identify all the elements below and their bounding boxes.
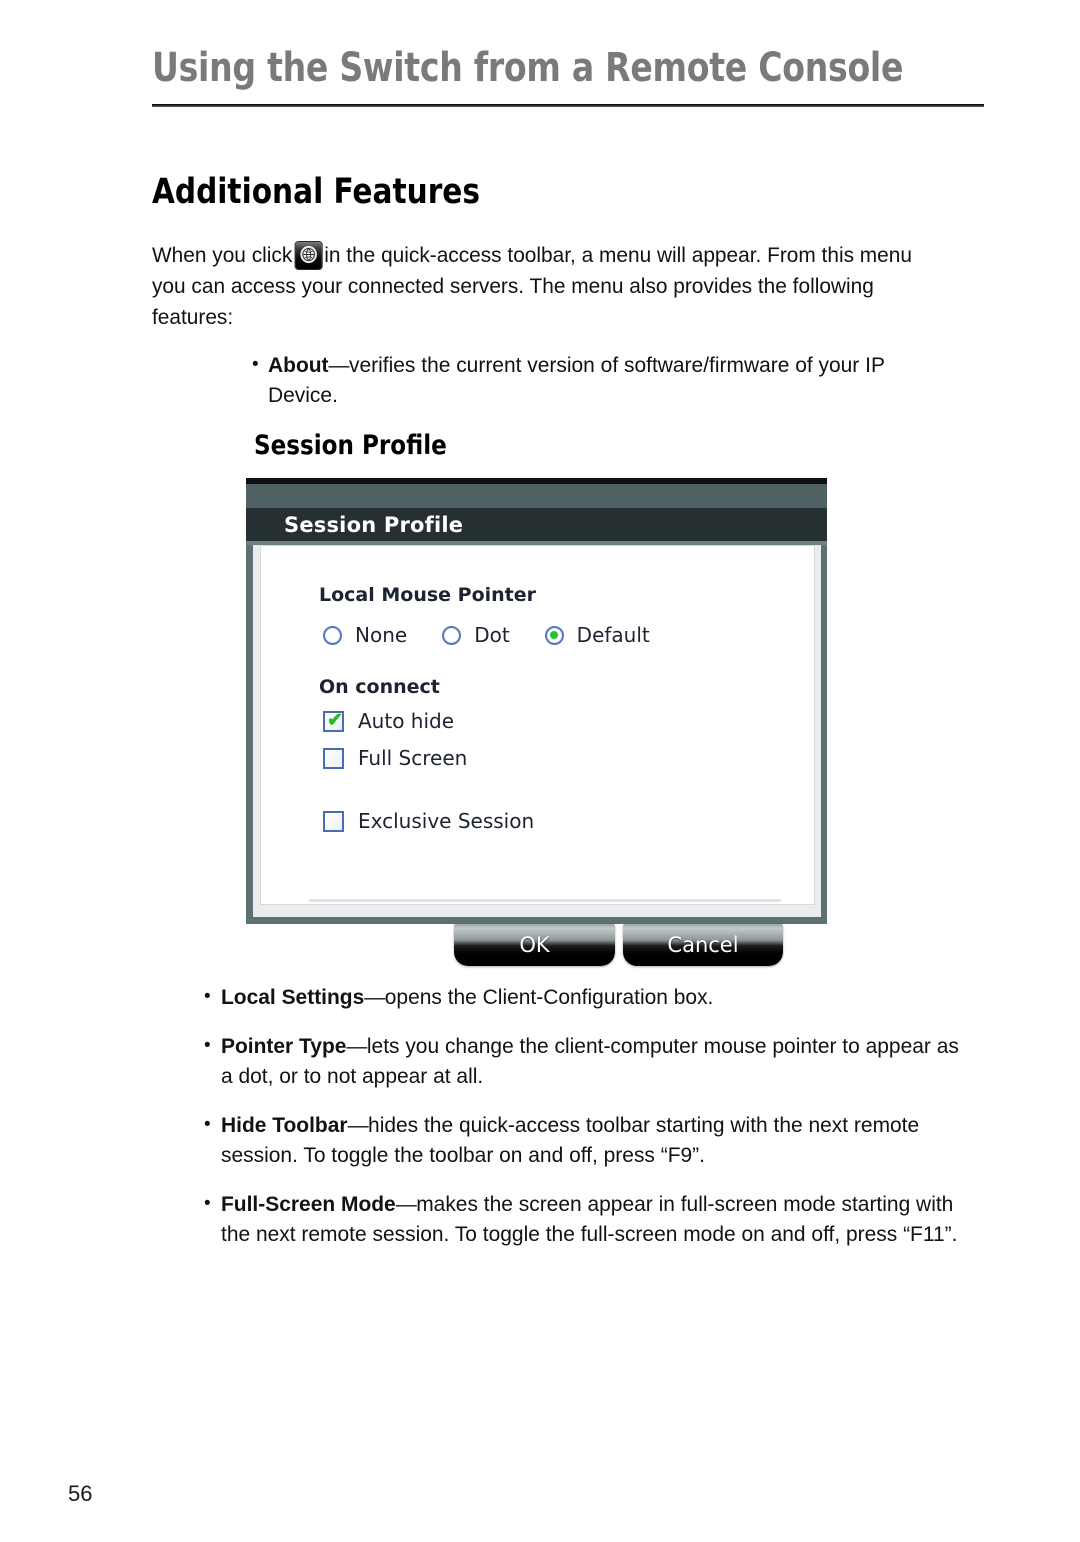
radio-label-default: Default: [576, 623, 650, 647]
dialog-titlebar: Session Profile: [246, 508, 827, 541]
session-profile-dialog: Session Profile Local Mouse Pointer None…: [246, 478, 827, 966]
bullet-description: verifies the current version of software…: [268, 353, 885, 407]
bullet-dash: —: [347, 1113, 369, 1137]
checkbox-option-exclusive-session[interactable]: Exclusive Session: [323, 809, 534, 833]
intro-text-before: When you click: [152, 243, 293, 267]
bullet-glyph: •: [204, 1193, 211, 1214]
group-label-on-connect: On connect: [319, 676, 440, 698]
radio-group-local-mouse-pointer: None Dot Default: [323, 623, 650, 647]
bullet-content: Full-Screen Mode—makes the screen appear…: [221, 1189, 975, 1249]
running-header: Using the Switch from a Remote Console: [152, 44, 984, 92]
bullet-dash: —: [395, 1192, 417, 1216]
bullet-glyph: •: [204, 1114, 211, 1135]
radio-label-dot: Dot: [474, 623, 510, 647]
radio-option-default[interactable]: Default: [544, 623, 650, 647]
ok-button[interactable]: OK: [454, 924, 615, 966]
list-item: • Local Settings—opens the Client-Config…: [204, 982, 994, 1012]
checkbox-label-exclusive-session: Exclusive Session: [358, 809, 535, 833]
header-divider: [152, 104, 984, 107]
bullet-glyph: •: [204, 1035, 211, 1056]
checkbox-option-full-screen[interactable]: Full Screen: [323, 746, 467, 770]
bullet-term: Pointer Type: [221, 1034, 347, 1058]
dialog-titlebar-upper: [246, 484, 827, 508]
bullet-term: Full-Screen Mode: [221, 1192, 396, 1216]
checkbox-icon-full-screen[interactable]: [323, 747, 344, 769]
bullet-dash: —: [328, 353, 350, 377]
checkbox-label-auto-hide: Auto hide: [358, 709, 455, 733]
bullet-glyph: •: [252, 354, 259, 375]
list-item: • Pointer Type—lets you change the clien…: [204, 1031, 994, 1091]
feature-bullets-block: • Local Settings—opens the Client-Config…: [204, 982, 994, 1249]
bullet-description: opens the Client-Configuration box.: [384, 985, 714, 1009]
checkbox-icon-auto-hide[interactable]: ✔: [323, 709, 344, 732]
bullet-content: About—verifies the current version of so…: [268, 350, 935, 410]
group-label-local-mouse-pointer: Local Mouse Pointer: [319, 584, 537, 606]
cancel-button[interactable]: Cancel: [623, 924, 783, 966]
dialog-frame: Local Mouse Pointer None Dot Default On …: [246, 545, 827, 966]
dialog-separator: [309, 899, 781, 902]
list-item: • About—verifies the current version of …: [252, 350, 952, 410]
bullet-term: Hide Toolbar: [221, 1113, 348, 1137]
globe-toolbar-icon: [295, 242, 322, 269]
list-item: • Full-Screen Mode—makes the screen appe…: [204, 1189, 994, 1249]
radio-option-none[interactable]: None: [323, 623, 407, 647]
radio-icon-none[interactable]: [323, 625, 342, 645]
checkbox-icon-exclusive-session[interactable]: [323, 810, 344, 832]
bullet-content: Hide Toolbar—hides the quick-access tool…: [221, 1110, 975, 1170]
check-mark-icon: ✔: [327, 709, 343, 731]
bullet-term: About: [268, 353, 329, 377]
bullet-term: Local Settings: [221, 985, 365, 1009]
intro-paragraph: When you click in the quick-access toolb…: [152, 240, 928, 333]
bullet-content: Pointer Type—lets you change the client-…: [221, 1031, 975, 1091]
bullet-dash: —: [364, 985, 385, 1009]
checkbox-label-full-screen: Full Screen: [358, 746, 468, 770]
section-heading: Additional Features: [152, 172, 481, 212]
about-bullet-block: • About—verifies the current version of …: [252, 350, 952, 410]
page-number: 56: [68, 1481, 93, 1506]
dialog-body: Local Mouse Pointer None Dot Default On …: [260, 545, 815, 966]
radio-icon-dot[interactable]: [442, 625, 462, 645]
list-item: • Hide Toolbar—hides the quick-access to…: [204, 1110, 994, 1170]
radio-option-dot[interactable]: Dot: [442, 623, 510, 647]
radio-icon-default[interactable]: [544, 625, 564, 645]
radio-label-none: None: [355, 623, 408, 647]
page-title: Using the Switch from a Remote Console: [152, 45, 904, 91]
checkbox-option-auto-hide[interactable]: ✔ Auto hide: [323, 709, 454, 733]
bullet-dash: —: [346, 1034, 367, 1058]
bullet-glyph: •: [204, 986, 211, 1007]
bullet-content: Local Settings—opens the Client-Configur…: [221, 982, 975, 1012]
sub-heading-session-profile: Session Profile: [254, 430, 447, 461]
radio-selected-dot: [550, 631, 559, 639]
dialog-title: Session Profile: [284, 513, 464, 537]
